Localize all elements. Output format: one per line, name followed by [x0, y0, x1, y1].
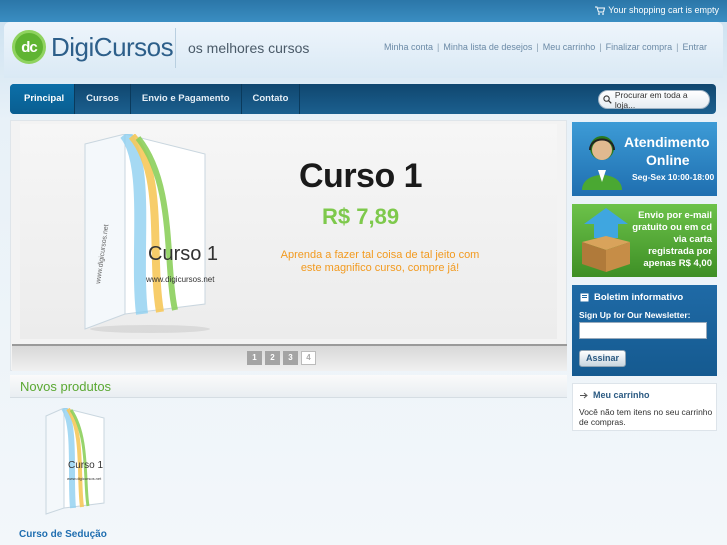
link-separator: |: [536, 42, 539, 52]
link-separator: |: [436, 42, 440, 52]
featured-slider: Curso 1 www.digicursos.net www.digicurso…: [10, 120, 567, 371]
page-button-3[interactable]: 3: [283, 351, 298, 365]
nav-item-principal[interactable]: Principal: [10, 84, 76, 114]
product-box-image: Curso 1 www.digicursos.net www.digicurso…: [84, 134, 218, 333]
link-separator: |: [676, 42, 679, 52]
mini-cart-empty-text: Você não tem itens no seu carrinho de co…: [579, 407, 713, 427]
link-minha-conta[interactable]: Minha conta: [384, 42, 433, 52]
search-placeholder: Procurar em toda a loja...: [614, 89, 688, 110]
newsletter-title: Boletim informativo: [594, 292, 684, 303]
slogan: os melhores cursos: [188, 40, 310, 56]
cart-icon: [595, 6, 606, 15]
thumb-box-url: www.digicursos.net: [67, 476, 102, 481]
slide-price: R$ 7,89: [322, 204, 400, 229]
atendimento-hours: Seg-Sex 10:00-18:00: [632, 172, 715, 182]
link-meu-carrinho[interactable]: Meu carrinho: [543, 42, 596, 52]
new-products-header: Novos produtos: [10, 375, 567, 398]
nav-item-envio-pagamento[interactable]: Envio e Pagamento: [131, 84, 242, 114]
slider-controls: 1 2 3 4: [12, 344, 567, 371]
slide-title: Curso 1: [299, 157, 423, 195]
mini-cart: Meu carrinho Você não tem itens no seu c…: [572, 383, 717, 431]
nav-item-cursos[interactable]: Cursos: [75, 84, 131, 114]
link-lista-desejos[interactable]: Minha lista de desejos: [443, 42, 532, 52]
logo-text: DigiCursos: [51, 31, 174, 62]
link-separator: |: [599, 42, 602, 52]
box-label: Curso 1: [148, 243, 218, 265]
search-input[interactable]: Procurar em toda a loja...: [598, 89, 710, 110]
mini-cart-heading: Meu carrinho: [580, 390, 650, 400]
logo-mark: dc: [12, 30, 46, 64]
slide-description: Aprenda a fazer tal coisa de tal jeito c…: [280, 249, 480, 274]
cart-status-text: Your shopping cart is empty: [608, 5, 719, 15]
product-thumbnail[interactable]: Curso 1 www.digicursos.net: [44, 408, 108, 520]
nav-item-contato[interactable]: Contato: [242, 84, 301, 114]
page-button-2[interactable]: 2: [265, 351, 280, 365]
site-logo[interactable]: dc DigiCursos: [12, 30, 174, 64]
newsletter-icon: [580, 293, 589, 302]
slider-pager: 1 2 3 4: [247, 351, 316, 365]
atendimento-banner[interactable]: Atendimento Online Seg-Sex 10:00-18:00: [572, 122, 717, 196]
logo-divider: [175, 28, 176, 68]
product-name-link[interactable]: Curso de Sedução: [19, 529, 107, 540]
support-agent-icon: [582, 136, 622, 190]
mini-cart-title: Meu carrinho: [593, 390, 650, 400]
arrow-right-icon: [580, 392, 588, 398]
new-products-title: Novos produtos: [20, 379, 112, 394]
newsletter-heading: Boletim informativo: [580, 292, 683, 303]
slide[interactable]: Curso 1 www.digicursos.net www.digicurso…: [20, 124, 557, 339]
thumb-box-label: Curso 1: [68, 460, 103, 471]
newsletter-label: Sign Up for Our Newsletter:: [579, 310, 691, 320]
account-links: Minha conta | Minha lista de desejos | Meu…: [384, 42, 707, 52]
shipping-box-icon: [582, 208, 630, 272]
atendimento-title: Atendimento: [624, 134, 710, 150]
page-button-4[interactable]: 4: [301, 351, 316, 365]
newsletter-box: Boletim informativo Sign Up for Our News…: [572, 285, 717, 376]
link-entrar[interactable]: Entrar: [682, 42, 707, 52]
envio-banner[interactable]: Envio por e-mail gratuito ou em cd via c…: [572, 204, 717, 277]
page-button-1[interactable]: 1: [247, 351, 262, 365]
search-icon: [603, 95, 612, 104]
subscribe-button[interactable]: Assinar: [579, 350, 626, 367]
main-nav: Principal Cursos Envio e Pagamento Conta…: [10, 84, 716, 114]
link-finalizar-compra[interactable]: Finalizar compra: [606, 42, 673, 52]
envio-text: Envio por e-mail gratuito ou em cd via c…: [632, 210, 712, 269]
box-url: www.digicursos.net: [145, 275, 215, 284]
atendimento-subtitle: Online: [646, 152, 690, 168]
cart-status[interactable]: Your shopping cart is empty: [595, 5, 719, 15]
site-header: dc DigiCursos os melhores cursos Minha c…: [4, 22, 723, 78]
newsletter-email-input[interactable]: [579, 322, 707, 339]
top-strip: Your shopping cart is empty: [0, 0, 727, 22]
